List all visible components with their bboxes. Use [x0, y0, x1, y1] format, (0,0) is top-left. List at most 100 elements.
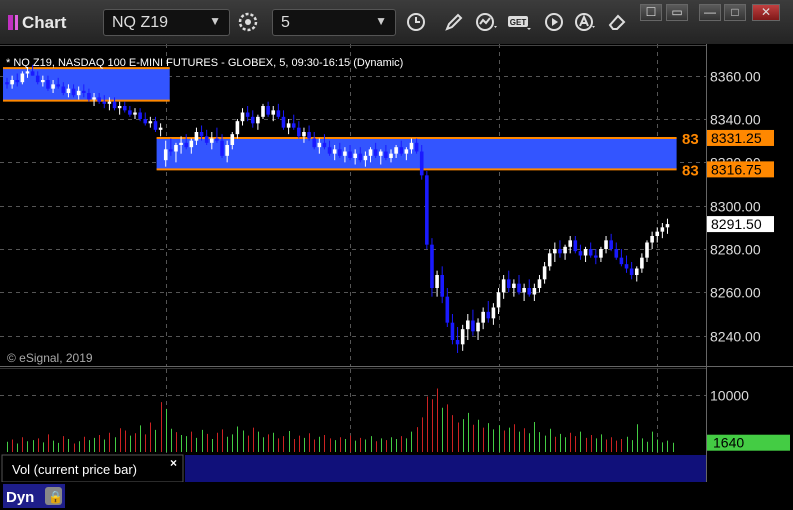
link-icon[interactable]: ☐ [640, 4, 662, 21]
candle-body [194, 132, 199, 141]
candle-body [629, 268, 634, 275]
eraser-icon[interactable] [603, 9, 631, 36]
candle-body [220, 140, 224, 156]
candle-body [179, 142, 183, 145]
close-icon[interactable]: × [170, 456, 177, 470]
price-tick-label: 8260.00 [710, 285, 761, 301]
candle-body [399, 147, 404, 154]
candle-body [619, 257, 624, 265]
restore-icon[interactable]: — [699, 4, 721, 21]
candle-body [599, 249, 603, 258]
candle-body [414, 142, 419, 152]
candle-body [583, 249, 588, 256]
candle-body [189, 140, 194, 148]
candle-body [138, 112, 142, 119]
candle-body [419, 151, 424, 176]
volume-legend-strip [185, 455, 706, 482]
candle-body [665, 224, 670, 228]
candle-body [542, 266, 547, 280]
candle-body [5, 82, 9, 85]
candle-body [317, 142, 322, 148]
minimize-icon[interactable]: ▭ [666, 4, 688, 21]
candle-body [389, 153, 393, 158]
maximize-icon[interactable]: □ [724, 4, 746, 21]
candle-body [271, 110, 276, 115]
candle-body [56, 84, 60, 87]
candle-body [660, 227, 665, 232]
window-title: Chart [8, 13, 66, 33]
candle-body [250, 116, 255, 124]
dynamic-mode-label: Dyn [6, 489, 34, 506]
price-axis[interactable] [706, 44, 793, 482]
candle-body [92, 97, 96, 100]
study-icon[interactable] [473, 9, 501, 36]
candle-body [112, 101, 117, 109]
candle-body [491, 307, 496, 319]
play-icon[interactable] [540, 9, 568, 36]
candle-body [378, 151, 383, 156]
zone-price-marker-label: 8316.75 [711, 161, 762, 177]
get-icon[interactable]: GET [506, 9, 534, 36]
last-volume-marker-label: 1640 [713, 435, 744, 451]
candle-body [148, 121, 153, 124]
chart-window: Chart NQ Z19 ▼ 5 ▼ GET ☐ ▭ — □ ✕ 8240.00… [0, 0, 793, 510]
candle-body [97, 97, 101, 102]
window-title-text: Chart [22, 13, 67, 32]
candle-body [373, 149, 378, 156]
candle-body [368, 149, 373, 156]
last-price-marker-label: 8291.50 [711, 216, 762, 232]
interval-selector[interactable]: 5 ▼ [272, 9, 396, 36]
candle-body [266, 106, 270, 115]
candle-body [476, 322, 480, 332]
candle-body [174, 145, 178, 152]
candle-body [348, 151, 352, 158]
candle-body [276, 110, 281, 117]
candle-body [501, 279, 506, 293]
symbol-selector[interactable]: NQ Z19 ▼ [103, 9, 230, 36]
time-axis[interactable] [0, 482, 793, 510]
candle-body [440, 275, 444, 297]
candle-body [650, 236, 654, 243]
candle-body [614, 249, 619, 258]
candle-body [302, 132, 306, 137]
candle-body [312, 138, 316, 148]
candle-body [30, 71, 35, 76]
candle-body [163, 149, 168, 161]
candle-body [594, 255, 598, 258]
candle-body [471, 320, 475, 332]
candle-body [199, 132, 204, 137]
candle-body [235, 121, 240, 135]
candle-body [532, 288, 537, 295]
candle-body [506, 279, 511, 288]
candle-body [128, 110, 132, 115]
pencil-icon[interactable] [440, 9, 468, 36]
chevron-down-icon[interactable]: ▼ [209, 14, 221, 28]
gear-icon[interactable] [234, 9, 262, 36]
candle-body [445, 296, 450, 323]
candle-body [547, 253, 552, 267]
candle-body [425, 175, 429, 245]
candle-body [20, 73, 25, 83]
candle-body [338, 149, 342, 156]
candle-body [353, 153, 357, 158]
candle-body [143, 119, 148, 124]
volume-study-label: Vol (current price bar) [12, 462, 137, 477]
chevron-down-icon[interactable]: ▼ [375, 14, 387, 28]
candle-body [522, 288, 526, 293]
chart-area[interactable]: 8240.008260.008280.008300.008320.008340.… [0, 44, 793, 510]
candle-body [240, 112, 245, 122]
clock-icon[interactable] [402, 9, 430, 36]
zone-tag-label: 83 [682, 131, 699, 148]
alert-icon[interactable] [572, 9, 600, 36]
candle-body [517, 283, 521, 293]
candle-body [588, 249, 593, 256]
price-tick-label: 8280.00 [710, 242, 761, 258]
chart-toolbar: Chart NQ Z19 ▼ 5 ▼ GET ☐ ▭ — □ ✕ [0, 0, 793, 45]
candle-body [363, 155, 368, 161]
candle-body [496, 292, 501, 308]
esignal-logo-icon [8, 15, 13, 30]
close-icon[interactable]: ✕ [752, 4, 780, 21]
candle-body [133, 112, 137, 115]
candle-body [332, 149, 337, 154]
candle-body [343, 151, 347, 156]
